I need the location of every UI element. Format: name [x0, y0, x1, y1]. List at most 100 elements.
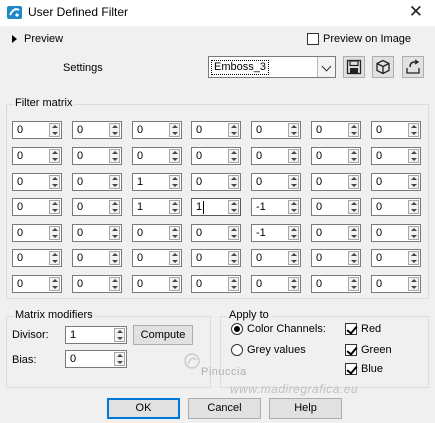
matrix-cell-r5-c6[interactable]: 0 — [311, 224, 361, 242]
checkbox-checked[interactable] — [345, 363, 357, 375]
preview-toggle[interactable]: Preview — [12, 33, 63, 45]
matrix-cell-r2-c7[interactable]: 0 — [371, 147, 421, 165]
spinner-arrows[interactable] — [288, 277, 299, 291]
spinner-arrows[interactable] — [288, 226, 299, 240]
matrix-cell-r4-c3[interactable]: 1 — [132, 198, 182, 216]
red-checkbox[interactable]: Red — [345, 323, 381, 335]
matrix-cell-r1-c1[interactable]: 0 — [12, 121, 62, 139]
spinner-arrows[interactable] — [109, 226, 120, 240]
ok-button[interactable]: OK — [107, 398, 180, 419]
spinner-arrows[interactable] — [288, 149, 299, 163]
bias-field[interactable]: 0 — [65, 350, 127, 368]
spinner-arrows[interactable] — [348, 149, 359, 163]
spinner-arrows[interactable] — [109, 277, 120, 291]
matrix-cell-r6-c7[interactable]: 0 — [371, 249, 421, 267]
matrix-cell-r1-c2[interactable]: 0 — [72, 121, 122, 139]
spinner-arrows[interactable] — [228, 226, 239, 240]
checkbox-box[interactable] — [307, 33, 319, 45]
spinner-arrows[interactable] — [348, 175, 359, 189]
matrix-cell-r6-c6[interactable]: 0 — [311, 249, 361, 267]
matrix-cell-r1-c5[interactable]: 0 — [251, 121, 301, 139]
spinner-arrows[interactable] — [408, 251, 419, 265]
randomize-button[interactable] — [372, 56, 394, 78]
matrix-cell-r6-c2[interactable]: 0 — [72, 249, 122, 267]
spinner-arrows[interactable] — [288, 200, 299, 214]
grey-values-radio[interactable]: Grey values — [231, 344, 306, 356]
matrix-cell-r6-c3[interactable]: 0 — [132, 249, 182, 267]
spinner-arrows[interactable] — [408, 200, 419, 214]
matrix-cell-r4-c5[interactable]: -1 — [251, 198, 301, 216]
matrix-cell-r2-c4[interactable]: 0 — [191, 147, 241, 165]
spinner-arrows[interactable] — [228, 200, 239, 214]
matrix-cell-r2-c5[interactable]: 0 — [251, 147, 301, 165]
save-preset-button[interactable] — [343, 56, 365, 78]
matrix-cell-r5-c2[interactable]: 0 — [72, 224, 122, 242]
matrix-cell-r2-c6[interactable]: 0 — [311, 147, 361, 165]
chevron-down-icon[interactable] — [317, 57, 335, 77]
matrix-cell-r5-c4[interactable]: 0 — [191, 224, 241, 242]
spinner-arrows[interactable] — [348, 123, 359, 137]
spinner-arrows[interactable] — [348, 226, 359, 240]
matrix-cell-r4-c7[interactable]: 0 — [371, 198, 421, 216]
spinner-arrows[interactable] — [228, 277, 239, 291]
spinner-arrows[interactable] — [408, 226, 419, 240]
matrix-cell-r3-c5[interactable]: 0 — [251, 173, 301, 191]
matrix-cell-r1-c6[interactable]: 0 — [311, 121, 361, 139]
matrix-cell-r5-c3[interactable]: 0 — [132, 224, 182, 242]
close-icon[interactable]: ✕ — [409, 1, 423, 23]
matrix-cell-r4-c6[interactable]: 0 — [311, 198, 361, 216]
matrix-cell-r6-c1[interactable]: 0 — [12, 249, 62, 267]
spinner-arrows[interactable] — [49, 175, 60, 189]
preview-on-image-checkbox[interactable]: Preview on Image — [307, 33, 411, 45]
matrix-cell-r2-c3[interactable]: 0 — [132, 147, 182, 165]
compute-button[interactable]: Compute — [133, 325, 193, 345]
spinner-arrows[interactable] — [49, 277, 60, 291]
spinner-arrows[interactable] — [228, 251, 239, 265]
spinner-arrows[interactable] — [49, 149, 60, 163]
matrix-cell-r7-c1[interactable]: 0 — [12, 275, 62, 293]
matrix-cell-r2-c2[interactable]: 0 — [72, 147, 122, 165]
matrix-cell-r3-c4[interactable]: 0 — [191, 173, 241, 191]
spinner-arrows[interactable] — [109, 123, 120, 137]
matrix-cell-r5-c7[interactable]: 0 — [371, 224, 421, 242]
spinner-arrows[interactable] — [169, 226, 180, 240]
spinner-arrows[interactable] — [288, 175, 299, 189]
matrix-cell-r4-c4[interactable]: 1 — [191, 198, 241, 216]
spinner-arrows[interactable] — [228, 149, 239, 163]
matrix-cell-r3-c3[interactable]: 1 — [132, 173, 182, 191]
spinner-arrows[interactable] — [408, 277, 419, 291]
spinner-arrows[interactable] — [49, 200, 60, 214]
spinner-arrows[interactable] — [169, 277, 180, 291]
spinner-arrows[interactable] — [169, 149, 180, 163]
spinner-arrows[interactable] — [228, 175, 239, 189]
spinner-arrows[interactable] — [49, 251, 60, 265]
divisor-field[interactable]: 1 — [65, 326, 127, 344]
matrix-cell-r3-c1[interactable]: 0 — [12, 173, 62, 191]
matrix-cell-r5-c1[interactable]: 0 — [12, 224, 62, 242]
matrix-cell-r7-c5[interactable]: 0 — [251, 275, 301, 293]
spinner-arrows[interactable] — [109, 175, 120, 189]
bias-spinner[interactable] — [114, 352, 125, 366]
spinner-arrows[interactable] — [49, 123, 60, 137]
spinner-arrows[interactable] — [408, 175, 419, 189]
matrix-cell-r4-c1[interactable]: 0 — [12, 198, 62, 216]
radio-selected[interactable] — [231, 323, 243, 335]
matrix-cell-r2-c1[interactable]: 0 — [12, 147, 62, 165]
spinner-arrows[interactable] — [348, 200, 359, 214]
spinner-arrows[interactable] — [109, 251, 120, 265]
matrix-cell-r3-c2[interactable]: 0 — [72, 173, 122, 191]
matrix-cell-r7-c4[interactable]: 0 — [191, 275, 241, 293]
matrix-cell-r5-c5[interactable]: -1 — [251, 224, 301, 242]
reset-button[interactable] — [402, 56, 424, 78]
spinner-arrows[interactable] — [228, 123, 239, 137]
spinner-arrows[interactable] — [109, 149, 120, 163]
matrix-cell-r7-c2[interactable]: 0 — [72, 275, 122, 293]
matrix-cell-r6-c5[interactable]: 0 — [251, 249, 301, 267]
blue-checkbox[interactable]: Blue — [345, 363, 383, 375]
spinner-arrows[interactable] — [169, 200, 180, 214]
cancel-button[interactable]: Cancel — [188, 398, 261, 419]
matrix-cell-r3-c6[interactable]: 0 — [311, 173, 361, 191]
matrix-cell-r1-c3[interactable]: 0 — [132, 121, 182, 139]
spinner-arrows[interactable] — [408, 149, 419, 163]
matrix-cell-r1-c4[interactable]: 0 — [191, 121, 241, 139]
